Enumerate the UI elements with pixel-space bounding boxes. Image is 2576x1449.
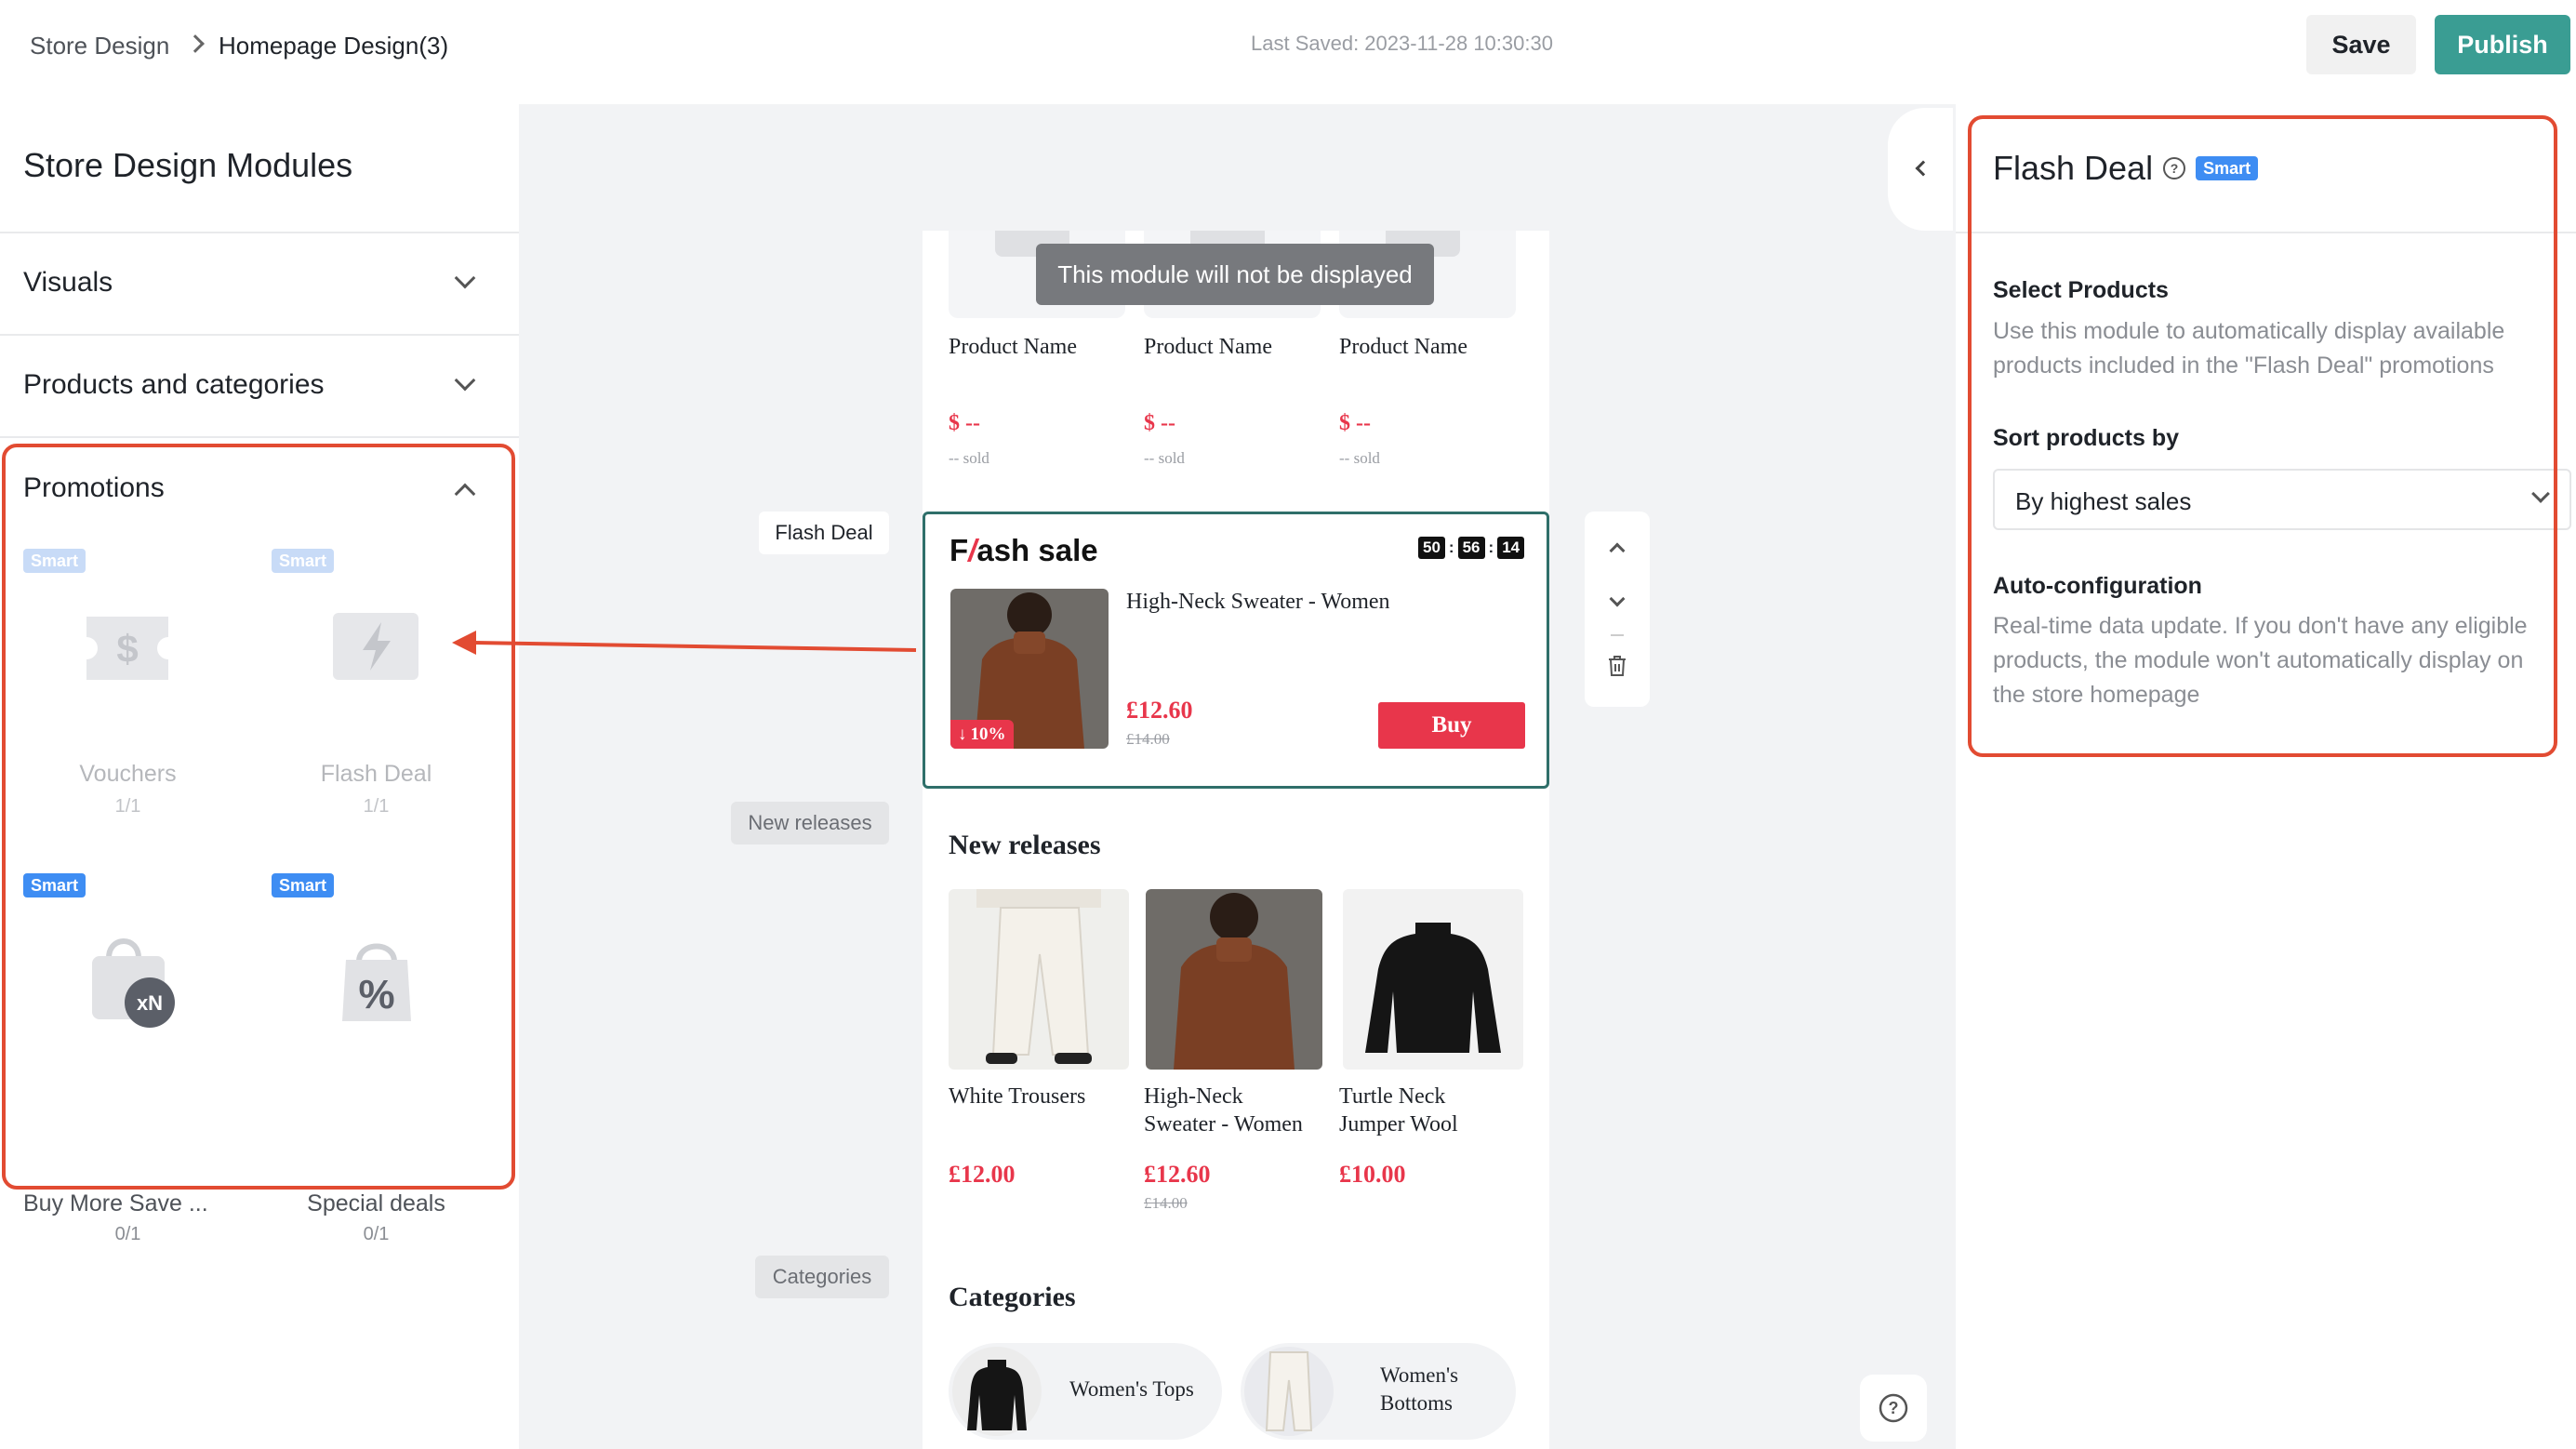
product-price: $ --: [1144, 411, 1175, 435]
module-name-special-deals: Special deals: [307, 1190, 445, 1216]
product-price: £10.00: [1339, 1161, 1406, 1188]
discount-badge: ↓ 10%: [950, 720, 1014, 749]
product-sold: -- sold: [949, 449, 989, 467]
help-icon: ?: [1879, 1393, 1908, 1423]
flash-sale-module[interactable]: F/ash sale 50 : 56 : 14 ↓ 10% High-Neck S…: [923, 512, 1549, 789]
module-action-toolbar: [1585, 512, 1650, 707]
product-name: Product Name: [1339, 335, 1467, 359]
product-sold: -- sold: [1339, 449, 1380, 467]
module-label-categories[interactable]: Categories: [755, 1256, 889, 1298]
buy-button[interactable]: Buy: [1378, 702, 1525, 749]
category-image: [1244, 1347, 1334, 1436]
chevron-down-icon[interactable]: [454, 369, 476, 392]
annotation-arrow: [452, 631, 917, 655]
product-price: £12.00: [949, 1161, 1016, 1188]
svg-text:?: ?: [1889, 1399, 1899, 1417]
product-name: High-Neck: [1144, 1084, 1243, 1109]
collapse-panel-button[interactable]: [1888, 108, 1953, 231]
category-pill-womens-bottoms[interactable]: Women's Bottoms: [1241, 1343, 1516, 1440]
breadcrumb-root[interactable]: Store Design: [30, 30, 169, 61]
product-image-white-trousers[interactable]: [949, 889, 1129, 1070]
category-image: [952, 1347, 1042, 1436]
flash-product-old-price: £14.00: [1126, 730, 1170, 748]
section-visuals-label: Visuals: [23, 267, 113, 298]
arrow-down-icon: ↓: [958, 724, 967, 744]
section-products-categories[interactable]: Products and categories: [0, 338, 519, 438]
category-label: Women's: [1380, 1363, 1459, 1387]
save-button[interactable]: Save: [2306, 15, 2416, 74]
publish-button[interactable]: Publish: [2435, 15, 2570, 74]
product-name: Product Name: [949, 335, 1077, 359]
module-count-buy-more-save: 0/1: [114, 1224, 141, 1244]
delete-icon[interactable]: [1607, 655, 1627, 677]
timer-minutes: 56: [1457, 537, 1485, 559]
countdown-timer: 50 : 56 : 14: [1418, 537, 1525, 559]
top-bar: Store Design Homepage Design(3) Last Sav…: [0, 0, 2576, 104]
category-label: Bottoms: [1380, 1391, 1453, 1415]
module-label-flash-deal[interactable]: Flash Deal: [759, 512, 889, 554]
last-saved-text: Last Saved: 2023-11-28 10:30:30: [1251, 32, 1553, 55]
product-price: $ --: [949, 411, 980, 435]
product-price: $ --: [1339, 411, 1371, 435]
product-price: £12.60: [1144, 1161, 1211, 1188]
move-down-icon[interactable]: [1609, 591, 1626, 607]
category-pill-womens-tops[interactable]: Women's Tops: [949, 1343, 1222, 1440]
product-name: Jumper Wool: [1339, 1112, 1458, 1137]
category-label: Women's Tops: [1069, 1377, 1194, 1401]
timer-hours: 50: [1418, 537, 1445, 559]
move-up-icon[interactable]: [1609, 542, 1626, 559]
module-count-special-deals: 0/1: [363, 1224, 390, 1244]
section-products-label: Products and categories: [23, 369, 325, 400]
flash-product-name: High-Neck Sweater - Women: [1126, 590, 1390, 614]
annotation-highlight-settings: [1968, 115, 2557, 757]
annotation-highlight-promotions: [2, 444, 515, 1190]
timer-seconds: 14: [1497, 537, 1525, 559]
new-releases-title: New releases: [949, 830, 1101, 860]
breadcrumb-current: Homepage Design(3): [219, 32, 449, 60]
modules-panel-title: Store Design Modules: [23, 146, 353, 184]
product-image-high-neck-sweater[interactable]: [1146, 889, 1322, 1070]
flash-sale-title: F/ash sale: [949, 533, 1098, 567]
product-image-turtle-neck-jumper[interactable]: [1343, 889, 1523, 1070]
help-button[interactable]: ?: [1860, 1375, 1927, 1442]
product-name: Product Name: [1144, 335, 1272, 359]
product-name: Sweater - Women: [1144, 1112, 1303, 1137]
product-old-price: £14.00: [1144, 1194, 1188, 1212]
module-name-buy-more-save: Buy More Save ...: [23, 1190, 208, 1216]
product-sold: -- sold: [1144, 449, 1185, 467]
module-label-new-releases[interactable]: New releases: [731, 802, 889, 844]
chevron-left-icon: [1915, 160, 1932, 177]
chevron-down-icon[interactable]: [454, 267, 476, 289]
flash-product-price: £12.60: [1126, 697, 1193, 724]
product-name: White Trousers: [949, 1084, 1086, 1109]
module-hidden-notice: This module will not be displayed: [1036, 244, 1434, 305]
categories-title: Categories: [949, 1282, 1076, 1312]
breadcrumb-chevron-icon: [186, 34, 205, 53]
store-page-preview: Product Name Product Name Product Name $…: [923, 231, 1549, 1449]
product-name: Turtle Neck: [1339, 1084, 1446, 1109]
section-visuals[interactable]: Visuals: [0, 233, 519, 336]
